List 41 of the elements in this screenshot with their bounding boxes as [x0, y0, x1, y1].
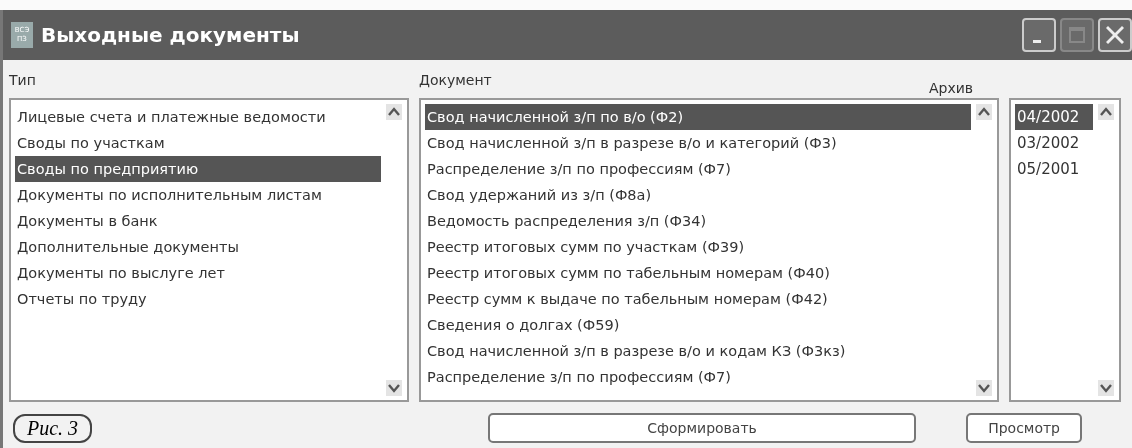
list-item[interactable]: 03/2002 [1015, 130, 1093, 156]
generate-button[interactable]: Сформировать [488, 413, 917, 443]
minimize-icon [1033, 40, 1041, 43]
list-item[interactable]: Распределение з/п по профессиям (Ф7) [425, 156, 971, 182]
scroll-up-icon[interactable] [976, 104, 992, 120]
scroll-down-icon[interactable] [1098, 380, 1114, 396]
list-item[interactable]: Документы по выслуге лет [15, 260, 381, 286]
minimize-button[interactable] [1022, 18, 1056, 52]
list-item[interactable]: Дополнительные документы [15, 234, 381, 260]
panel-label: Архив [929, 79, 974, 98]
preview-button[interactable]: Просмотр [966, 413, 1083, 443]
panel-label: Документ [419, 72, 492, 90]
list-item[interactable]: Свод удержаний из з/п (Ф8а) [425, 182, 971, 208]
scroll-down-icon[interactable] [976, 380, 992, 396]
close-button[interactable] [1098, 18, 1132, 52]
list-item[interactable]: Отчеты по труду [15, 286, 381, 312]
list-item[interactable]: Сведения о долгах (Ф59) [425, 312, 971, 338]
list-item[interactable]: Распределение з/п по профессиям (Ф7) [425, 364, 971, 390]
list-item[interactable]: Реестр сумм к выдаче по табельным номерам (Ф42) [425, 286, 971, 312]
list-item[interactable]: Реестр итоговых сумм по табельным номерам (Ф40) [425, 260, 971, 286]
list-item[interactable]: Своды по участкам [15, 130, 381, 156]
list-item[interactable]: Реестр итоговых сумм по участкам (Ф39) [425, 234, 971, 260]
list-item[interactable]: Свод начисленной з/п в разрезе в/о и кодам КЗ (Ф3кз) [425, 338, 971, 364]
list-item[interactable]: Документы в банк [15, 208, 381, 234]
list-item[interactable]: Свод начисленной з/п по в/о (Ф2) [425, 104, 971, 130]
list-box[interactable] [419, 98, 999, 402]
list-item[interactable]: 04/2002 [1015, 104, 1093, 130]
list-item[interactable]: Ведомость распределения з/п (Ф34) [425, 208, 971, 234]
list-item[interactable]: Свод начисленной з/п в разрезе в/о и категорий (Ф3) [425, 130, 971, 156]
panel-label: Тип [9, 72, 36, 90]
scroll-down-icon[interactable] [386, 380, 402, 396]
list-item[interactable]: Своды по предприятию [15, 156, 381, 182]
list-box[interactable]: Лицевые счета и платежные ведомости Своды по участкам Своды по предприятию Документы по исполнительным листам Документы в банк Дополнительные документы Документы по выслуге лет Отчеты по труду [9, 98, 409, 402]
list-box[interactable]: 04/2002 03/2002 05/2001 [1009, 98, 1121, 402]
scroll-up-icon[interactable] [1098, 104, 1114, 120]
scroll-up-icon[interactable] [386, 104, 402, 120]
window-title: Выходные документы [41, 23, 301, 47]
list-item[interactable]: Лицевые счета и платежные ведомости [15, 104, 381, 130]
list-item[interactable]: 05/2001 [1015, 156, 1093, 182]
list-item[interactable]: Документы по исполнительным листам [15, 182, 381, 208]
figure-caption: Рис. 3 [13, 413, 93, 443]
